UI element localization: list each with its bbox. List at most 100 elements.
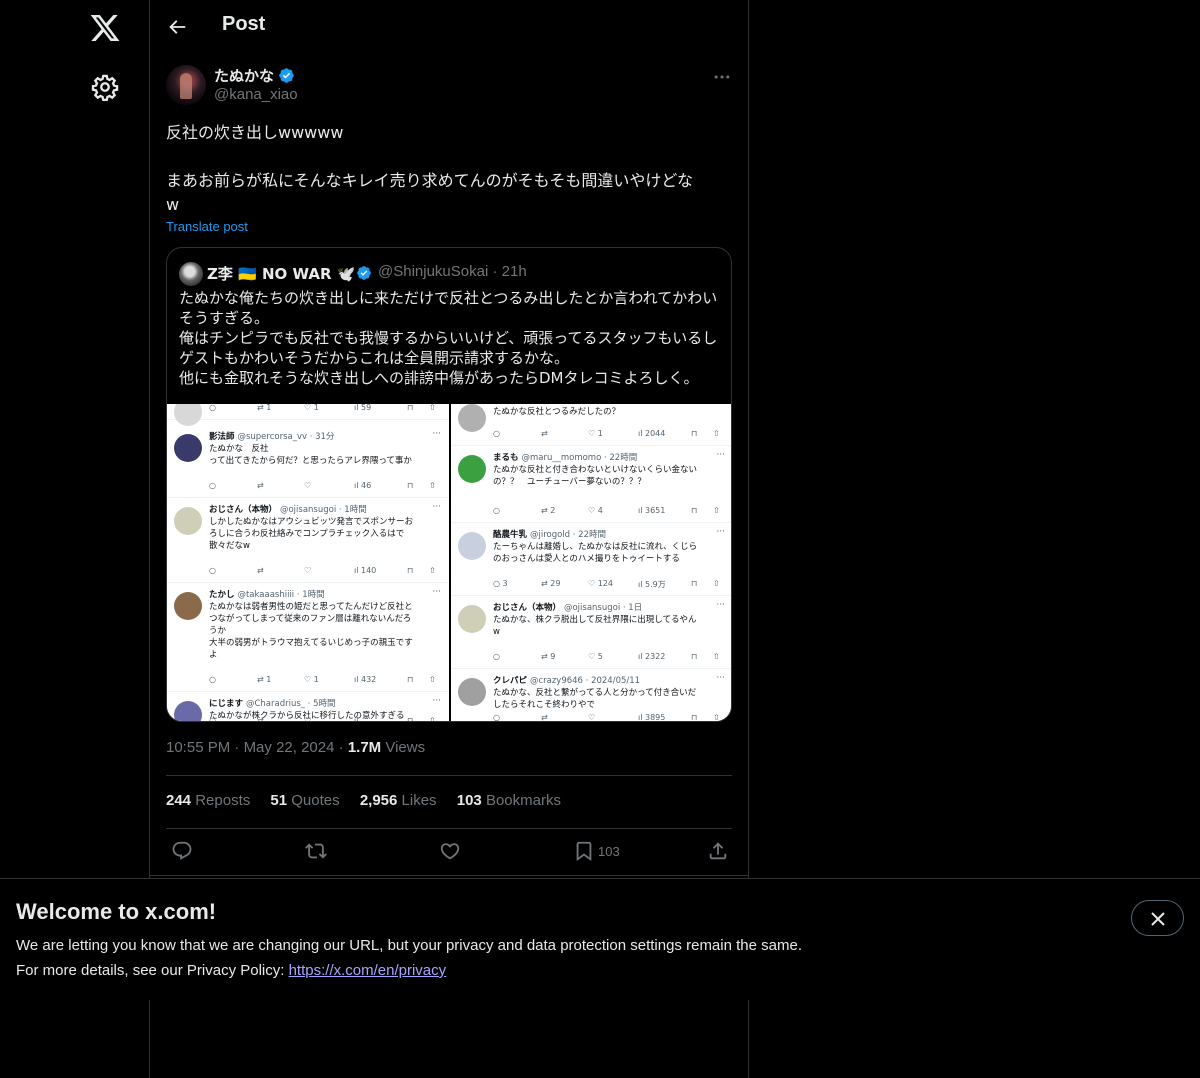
share-icon: ⇧: [713, 579, 720, 588]
screenshot-like-count: ♡: [304, 566, 312, 575]
heart-icon[interactable]: [439, 840, 461, 862]
bookmark-count: 103: [598, 844, 620, 859]
screenshot-avatar: [174, 434, 202, 462]
screenshot-avatar: [458, 532, 486, 560]
tweet-date[interactable]: May 22, 2024: [244, 739, 335, 756]
banner-policy-line: For more details, see our Privacy Policy…: [16, 962, 446, 979]
repost-icon[interactable]: [305, 840, 327, 862]
quotes-count: 51: [270, 792, 288, 809]
banner-message: We are letting you know that we are chan…: [16, 937, 802, 954]
bookmark-icon: ⊓: [407, 716, 414, 722]
likes-stat[interactable]: 2,956 Likes: [360, 792, 437, 809]
screenshot-like-count: ♡ 1: [304, 675, 319, 684]
screenshot-avatar: [458, 455, 486, 483]
screenshot-avatar: [458, 404, 486, 432]
bookmark-icon: ⊓: [407, 404, 414, 412]
privacy-policy-link[interactable]: https://x.com/en/privacy: [289, 962, 447, 979]
screenshot-post-text: たぬかなは弱者男性の姫だと思ってたんだけど反社と つながってしまって従来のファン…: [209, 602, 413, 660]
tweet-time[interactable]: 10:55 PM: [166, 739, 230, 756]
author-display-name[interactable]: たぬかな: [214, 65, 274, 86]
translate-post-link[interactable]: Translate post: [166, 219, 248, 234]
quoted-media-image[interactable]: ○ ⇄ 1 ♡ 1 ıl 59 ⊓ ⇧ 影法師 @supercorsa_vv · 31分 ·…: [167, 404, 731, 722]
screenshot-post-text: しかしたぬかなはアウシュビッツ発言でスポンサーお ろしに合うわ反社絡みでコンプラ…: [209, 517, 414, 551]
screenshot-post-name: 影法師: [209, 432, 238, 442]
close-icon: [1151, 912, 1165, 926]
screenshot-avatar: [174, 701, 202, 721]
screenshot-post: 影法師 @supercorsa_vv · 31分 ··· たぬかな 反社 って出てき…: [167, 426, 449, 498]
screenshot-repost-count: ⇄: [257, 481, 264, 490]
bookmark-icon[interactable]: [573, 840, 595, 862]
screenshot-repost-count: ⇄: [541, 429, 548, 438]
share-icon: ⇧: [429, 404, 436, 412]
screenshot-post: おじさん（本物） @ojisansugoi · 1時間 ··· しかしたぬかなはアウ…: [167, 499, 449, 583]
screenshot-post-name: クレパピ: [493, 676, 530, 686]
banner-title: Welcome to x.com!: [16, 899, 217, 924]
screenshot-post-meta: @supercorsa_vv · 31分: [237, 432, 335, 442]
verified-badge-icon: [357, 266, 371, 280]
quoted-post[interactable]: Z李 🇺🇦 NO WAR 🕊️ @ShinjukuSokai · 21h たぬか…: [166, 247, 732, 722]
screenshot-views-count: ıl 2044: [638, 429, 666, 438]
screenshot-post-name: まるも: [493, 453, 522, 463]
screenshot-post: クレパピ @crazy9646 · 2024/05/11 ··· たぬかな、反社と繋…: [451, 670, 731, 722]
share-icon[interactable]: [707, 840, 729, 862]
share-icon: ⇧: [713, 652, 720, 661]
bookmark-icon: ⊓: [407, 566, 414, 575]
screenshot-repost-count: ⇄: [541, 713, 548, 722]
screenshot-post-actions: ○ 3 ⇄ 29 ♡ 124 ıl 5.9万 ⊓ ⇧: [493, 579, 728, 591]
screenshot-like-count: ♡ 1: [588, 429, 603, 438]
author-handle[interactable]: @kana_xiao: [214, 86, 298, 103]
screenshot-post-author: おじさん（本物） @ojisansugoi · 1日: [493, 601, 642, 613]
screenshot-post-actions: ○ ⇄ 2 ♡ 4 ıl 3651 ⊓ ⇧: [493, 506, 728, 518]
avatar[interactable]: [166, 65, 206, 105]
screenshot-post: にじます @Charadrius_ · 5時間 ··· たぬかなが株クラから反社に移…: [167, 693, 449, 722]
screenshot-post-meta: @maru__momomo · 22時間: [521, 453, 638, 463]
share-icon: ⇧: [713, 713, 720, 722]
screenshot-post-author: 影法師 @supercorsa_vv · 31分: [209, 430, 334, 442]
screenshot-avatar: [458, 605, 486, 633]
more-dots-icon[interactable]: [712, 67, 732, 87]
bookmark-icon: ⊓: [691, 429, 698, 438]
bookmark-icon: ⊓: [691, 506, 698, 515]
quotes-stat[interactable]: 51 Quotes: [270, 792, 339, 809]
x-logo-icon[interactable]: [89, 12, 121, 44]
screenshot-post-name: 酪農牛乳: [493, 530, 530, 540]
screenshot-views-count: ıl 3651: [638, 506, 666, 515]
screenshot-post-text: たぬかな、株クラ脱出して反社界隈に出現してるやん w: [493, 615, 697, 637]
screenshot-post-actions: ○ ⇄ 1 ♡ 1 ıl 59 ⊓ ⇧: [209, 404, 444, 415]
screenshot-post: ○ ⇄ 1 ♡ 1 ıl 59 ⊓ ⇧: [167, 404, 449, 426]
quoted-display-name: Z李 🇺🇦 NO WAR 🕊️: [207, 265, 356, 283]
arrow-left-icon[interactable]: [166, 16, 188, 38]
screenshot-post-actions: ○ ⇄ 9 ♡ 5 ıl 2322 ⊓ ⇧: [493, 652, 728, 664]
verified-badge-icon: [279, 68, 294, 83]
share-icon: ⇧: [429, 716, 436, 722]
screenshot-post: たかし @takaaashiiii · 1時間 ··· たぬかなは弱者男性の姫だと思…: [167, 584, 449, 692]
screenshot-reply-count: ○: [493, 652, 500, 661]
screenshot-post-text: たぬかな反社とつるみだしたの？: [493, 407, 621, 417]
bookmarks-stat[interactable]: 103 Bookmarks: [457, 792, 561, 809]
quoted-handle: @ShinjukuSokai: [378, 263, 489, 280]
share-icon: ⇧: [429, 566, 436, 575]
reply-icon[interactable]: [171, 840, 193, 862]
divider: [166, 775, 732, 776]
screenshot-post-name: たかし: [209, 590, 238, 600]
reposts-stat[interactable]: 244 Reposts: [166, 792, 250, 809]
screenshot-post-actions: ○ ⇄ 1 ♡ 1 ıl 432 ⊓ ⇧: [209, 675, 444, 687]
screenshot-post: まるも @maru__momomo · 22時間 ··· たぬかな反社と付き合わない…: [451, 447, 731, 523]
screenshot-post-author: まるも @maru__momomo · 22時間: [493, 451, 637, 463]
divider: [166, 828, 732, 829]
screenshot-like-count: ♡: [304, 481, 312, 490]
screenshot-like-count: ♡ 4: [588, 506, 603, 515]
bookmarks-label: Bookmarks: [485, 792, 561, 809]
screenshot-reply-count: ○: [493, 713, 500, 722]
screenshot-views-count: ıl 5.9万: [638, 580, 666, 589]
screenshot-like-count: ♡: [304, 716, 312, 722]
screenshot-repost-count: ⇄ 1: [257, 675, 272, 684]
bookmark-icon: ⊓: [407, 675, 414, 684]
more-dots-icon: ···: [432, 429, 441, 439]
gear-icon[interactable]: [91, 73, 119, 101]
screenshot-repost-count: ⇄: [257, 566, 264, 575]
close-banner-button[interactable]: [1131, 900, 1184, 936]
top-bar: Post: [150, 0, 748, 54]
more-dots-icon: ···: [432, 587, 441, 597]
quotes-label: Quotes: [291, 792, 340, 809]
